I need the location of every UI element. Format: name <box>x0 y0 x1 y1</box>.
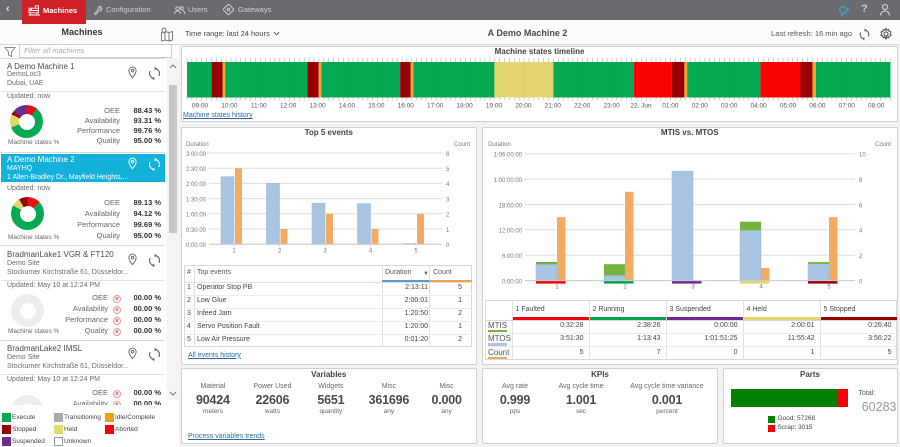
svg-text:8: 8 <box>859 177 863 183</box>
svg-text:0:00:00: 0:00:00 <box>502 279 523 285</box>
svg-text:17:00: 17:00 <box>427 103 444 110</box>
svg-text:6: 6 <box>446 151 450 157</box>
svg-text:3:00:00: 3:00:00 <box>186 151 207 157</box>
svg-text:02:00: 02:00 <box>692 103 709 110</box>
svg-text:13:00: 13:00 <box>309 103 326 110</box>
svg-text:18:00:00: 18:00:00 <box>499 203 523 209</box>
svg-text:06:00: 06:00 <box>809 103 826 110</box>
svg-text:3: 3 <box>446 197 450 203</box>
svg-text:0:30:00: 0:30:00 <box>186 227 207 233</box>
svg-text:Count: Count <box>454 142 470 148</box>
svg-text:21:00: 21:00 <box>545 103 562 110</box>
svg-text:0: 0 <box>859 279 863 285</box>
svg-text:16:00: 16:00 <box>398 103 415 110</box>
svg-text:3: 3 <box>323 248 327 254</box>
svg-text:6:00:00: 6:00:00 <box>502 254 523 260</box>
svg-text:0:00:00: 0:00:00 <box>186 243 207 249</box>
svg-text:4: 4 <box>759 284 763 290</box>
svg-text:22:00: 22:00 <box>574 103 591 110</box>
svg-text:20:00: 20:00 <box>515 103 532 110</box>
svg-text:22. Jun: 22. Jun <box>630 103 652 110</box>
svg-text:4: 4 <box>369 248 373 254</box>
svg-text:1:00:00:00: 1:00:00:00 <box>494 177 523 183</box>
svg-text:6: 6 <box>859 203 863 209</box>
svg-text:Duration: Duration <box>488 142 511 148</box>
svg-text:4: 4 <box>446 182 450 188</box>
svg-text:1:06:00:00: 1:06:00:00 <box>494 152 523 158</box>
svg-text:11:00: 11:00 <box>251 103 267 110</box>
svg-text:15:00: 15:00 <box>368 103 385 110</box>
svg-text:0: 0 <box>446 243 450 249</box>
svg-text:10:00: 10:00 <box>221 103 238 110</box>
svg-text:10: 10 <box>859 152 866 158</box>
svg-text:1: 1 <box>232 248 236 254</box>
svg-text:12:00:00: 12:00:00 <box>499 228 523 234</box>
svg-text:04:00: 04:00 <box>750 103 767 110</box>
svg-text:12:00: 12:00 <box>280 103 297 110</box>
svg-text:19:00: 19:00 <box>486 103 503 110</box>
svg-text:2: 2 <box>278 248 282 254</box>
svg-text:09:00: 09:00 <box>192 103 209 110</box>
svg-text:1: 1 <box>555 284 559 290</box>
svg-text:2: 2 <box>623 284 627 290</box>
svg-text:3: 3 <box>691 284 695 290</box>
svg-text:Count: Count <box>875 142 891 148</box>
svg-text:5: 5 <box>414 248 418 254</box>
svg-text:14:00: 14:00 <box>339 103 356 110</box>
svg-text:1:00:00: 1:00:00 <box>186 212 207 218</box>
svg-text:18:00: 18:00 <box>456 103 473 110</box>
svg-text:4: 4 <box>859 228 863 234</box>
svg-text:1: 1 <box>446 227 450 233</box>
svg-text:2:30:00: 2:30:00 <box>186 167 207 173</box>
svg-text:2:00:00: 2:00:00 <box>186 182 207 188</box>
svg-text:23:00: 23:00 <box>603 103 620 110</box>
svg-text:1:30:00: 1:30:00 <box>186 197 207 203</box>
svg-text:Duration: Duration <box>186 142 209 148</box>
svg-text:2: 2 <box>859 254 863 260</box>
svg-text:5: 5 <box>446 167 450 173</box>
svg-text:05:00: 05:00 <box>780 103 797 110</box>
svg-text:01:00: 01:00 <box>662 103 679 110</box>
svg-text:08:00: 08:00 <box>868 103 885 110</box>
svg-text:07:00: 07:00 <box>839 103 856 110</box>
svg-text:03:00: 03:00 <box>721 103 738 110</box>
svg-text:2: 2 <box>446 212 450 218</box>
svg-text:5: 5 <box>827 284 831 290</box>
